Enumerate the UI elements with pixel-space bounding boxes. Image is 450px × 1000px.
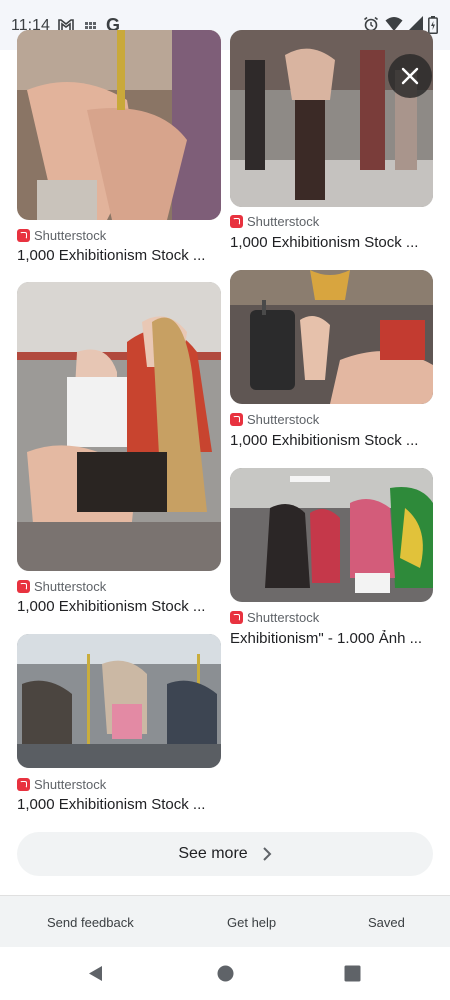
result-caption-1[interactable]: 1,000 Exhibitionism Stock ...	[17, 247, 221, 264]
recents-icon[interactable]	[344, 965, 361, 987]
back-icon[interactable]	[87, 965, 104, 987]
result-caption-6[interactable]: 1,000 Exhibitionism Stock ...	[17, 796, 221, 813]
send-feedback-link[interactable]: Send feedback	[47, 915, 134, 930]
result-image-4[interactable]	[230, 270, 433, 404]
result-source-5: Shutterstock	[247, 609, 320, 625]
chevron-right-icon	[262, 847, 272, 861]
battery-icon	[428, 16, 438, 34]
result-caption-5[interactable]: Exhibitionism" - 1.000 Ảnh ...	[230, 630, 433, 647]
close-button[interactable]	[388, 54, 432, 98]
signal-icon	[408, 16, 423, 31]
result-source-4: Shutterstock	[247, 411, 320, 427]
saved-link[interactable]: Saved	[368, 915, 405, 930]
system-nav-bar	[0, 947, 450, 1000]
result-image-3[interactable]	[17, 282, 221, 571]
shutterstock-logo-icon	[230, 214, 243, 228]
result-source-6: Shutterstock	[34, 776, 107, 792]
footer-bar: Send feedback Get help Saved	[0, 895, 450, 947]
shutterstock-logo-icon	[17, 228, 30, 242]
shutterstock-logo-icon	[17, 579, 30, 593]
see-more-button[interactable]: See more	[17, 832, 433, 876]
shutterstock-logo-icon	[17, 777, 30, 791]
result-source-1: Shutterstock	[34, 227, 107, 243]
result-image-6[interactable]	[17, 634, 221, 768]
result-caption-2[interactable]: 1,000 Exhibitionism Stock ...	[230, 234, 433, 251]
result-caption-3[interactable]: 1,000 Exhibitionism Stock ...	[17, 598, 221, 615]
get-help-link[interactable]: Get help	[227, 915, 276, 930]
result-source-2: Shutterstock	[247, 213, 320, 229]
result-image-5[interactable]	[230, 468, 433, 602]
close-icon	[401, 67, 419, 85]
result-caption-4[interactable]: 1,000 Exhibitionism Stock ...	[230, 432, 433, 449]
result-image-1[interactable]	[17, 30, 221, 220]
home-icon[interactable]	[217, 965, 234, 987]
shutterstock-logo-icon	[230, 412, 243, 426]
see-more-label: See more	[178, 845, 248, 862]
shutterstock-logo-icon	[230, 610, 243, 624]
result-source-3: Shutterstock	[34, 578, 107, 594]
